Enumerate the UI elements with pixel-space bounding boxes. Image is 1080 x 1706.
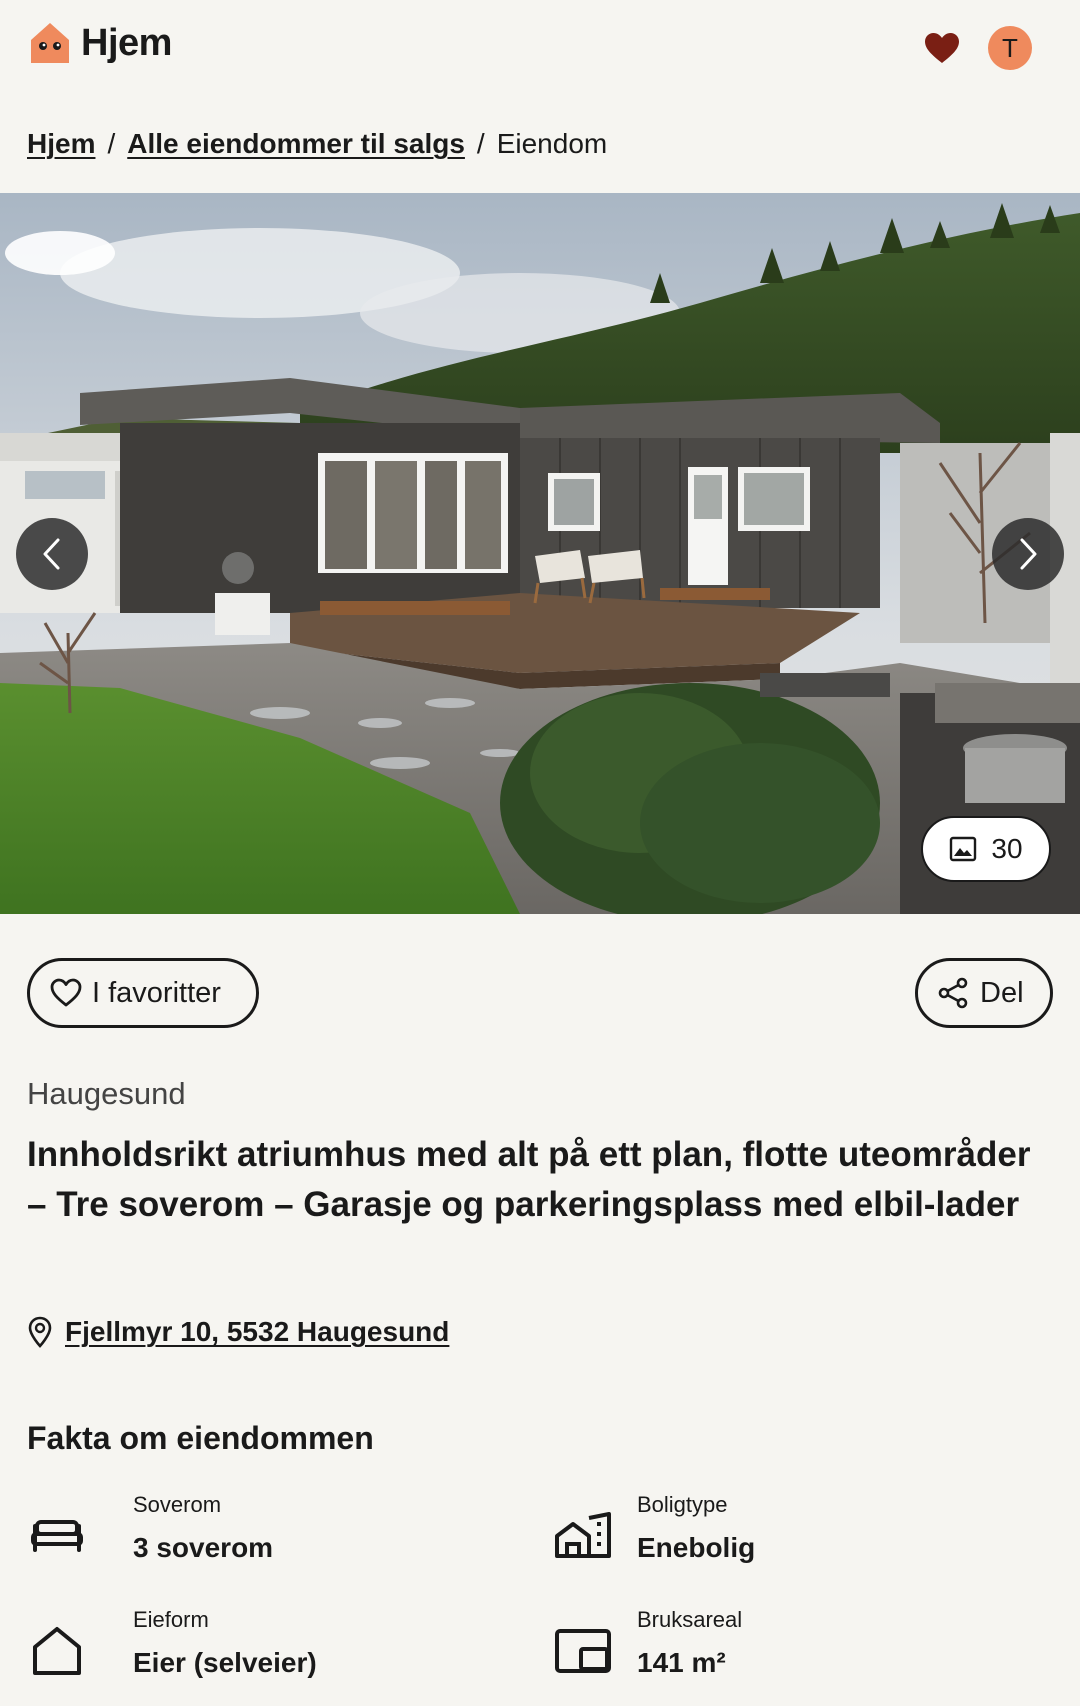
breadcrumb-current: Eiendom <box>496 128 608 159</box>
location-pin-icon <box>28 1316 52 1348</box>
gallery-prev-button[interactable] <box>16 518 88 590</box>
logo[interactable]: Hjem <box>27 20 172 66</box>
chevron-left-icon <box>43 538 60 570</box>
favorite-button[interactable]: I favoritter <box>27 958 259 1028</box>
fact-label: Boligtype <box>637 1492 728 1517</box>
fact-ownership: Eieform Eier (selveier) <box>27 1607 317 1681</box>
fact-label: Bruksareal <box>637 1607 743 1632</box>
breadcrumb-separator: / <box>107 128 116 159</box>
breadcrumb-separator: / <box>476 128 485 159</box>
share-icon <box>938 977 968 1009</box>
logo-house-icon <box>31 23 69 63</box>
photo-count-button[interactable]: 30 <box>921 816 1051 882</box>
listing-city: Haugesund <box>27 1076 186 1111</box>
avatar[interactable]: T <box>988 26 1032 70</box>
property-photo <box>0 193 1080 914</box>
building-icon <box>555 1512 611 1558</box>
photo-count-label: 30 <box>991 833 1023 864</box>
fact-label: Soverom <box>133 1492 222 1517</box>
gallery-next-button[interactable] <box>992 518 1064 590</box>
image-gallery[interactable]: 30 <box>0 193 1080 914</box>
house-icon <box>33 1627 81 1675</box>
share-button[interactable]: Del <box>915 958 1053 1028</box>
fact-label: Eieform <box>133 1607 209 1632</box>
chevron-right-icon <box>1020 538 1037 570</box>
breadcrumb-link-all-properties[interactable]: Alle eiendommer til salgs <box>127 128 465 160</box>
listing-title: Innholdsrikt atriumhus med alt på ett pl… <box>27 1135 1031 1224</box>
fact-value: 141 m² <box>637 1647 726 1678</box>
share-button-label: Del <box>980 976 1024 1009</box>
breadcrumb: Hjem / Alle eiendommer til salgs / Eiend… <box>27 128 607 160</box>
fact-floor-area: Bruksareal 141 m² <box>553 1607 742 1681</box>
breadcrumb-link-home[interactable]: Hjem <box>27 128 95 160</box>
address-link[interactable]: Fjellmyr 10, 5532 Haugesund <box>65 1316 449 1348</box>
image-icon <box>950 836 977 862</box>
fact-value: 3 soverom <box>133 1532 274 1563</box>
facts-heading: Fakta om eiendommen <box>27 1420 374 1456</box>
fact-property-type: Boligtype Enebolig <box>553 1492 755 1566</box>
listing-address: Fjellmyr 10, 5532 Haugesund <box>27 1316 449 1348</box>
logo-text: Hjem <box>81 21 172 64</box>
heart-outline-icon <box>50 978 82 1007</box>
favorite-button-label: I favoritter <box>92 976 221 1009</box>
heart-filled-icon[interactable] <box>924 32 960 64</box>
fact-bedrooms: Soverom 3 soverom <box>27 1492 273 1566</box>
floor-area-icon <box>555 1629 611 1673</box>
fact-value: Enebolig <box>637 1532 756 1563</box>
site-header: Hjem T <box>0 0 1080 100</box>
fact-value: Eier (selveier) <box>133 1647 317 1678</box>
bed-icon <box>31 1520 83 1552</box>
